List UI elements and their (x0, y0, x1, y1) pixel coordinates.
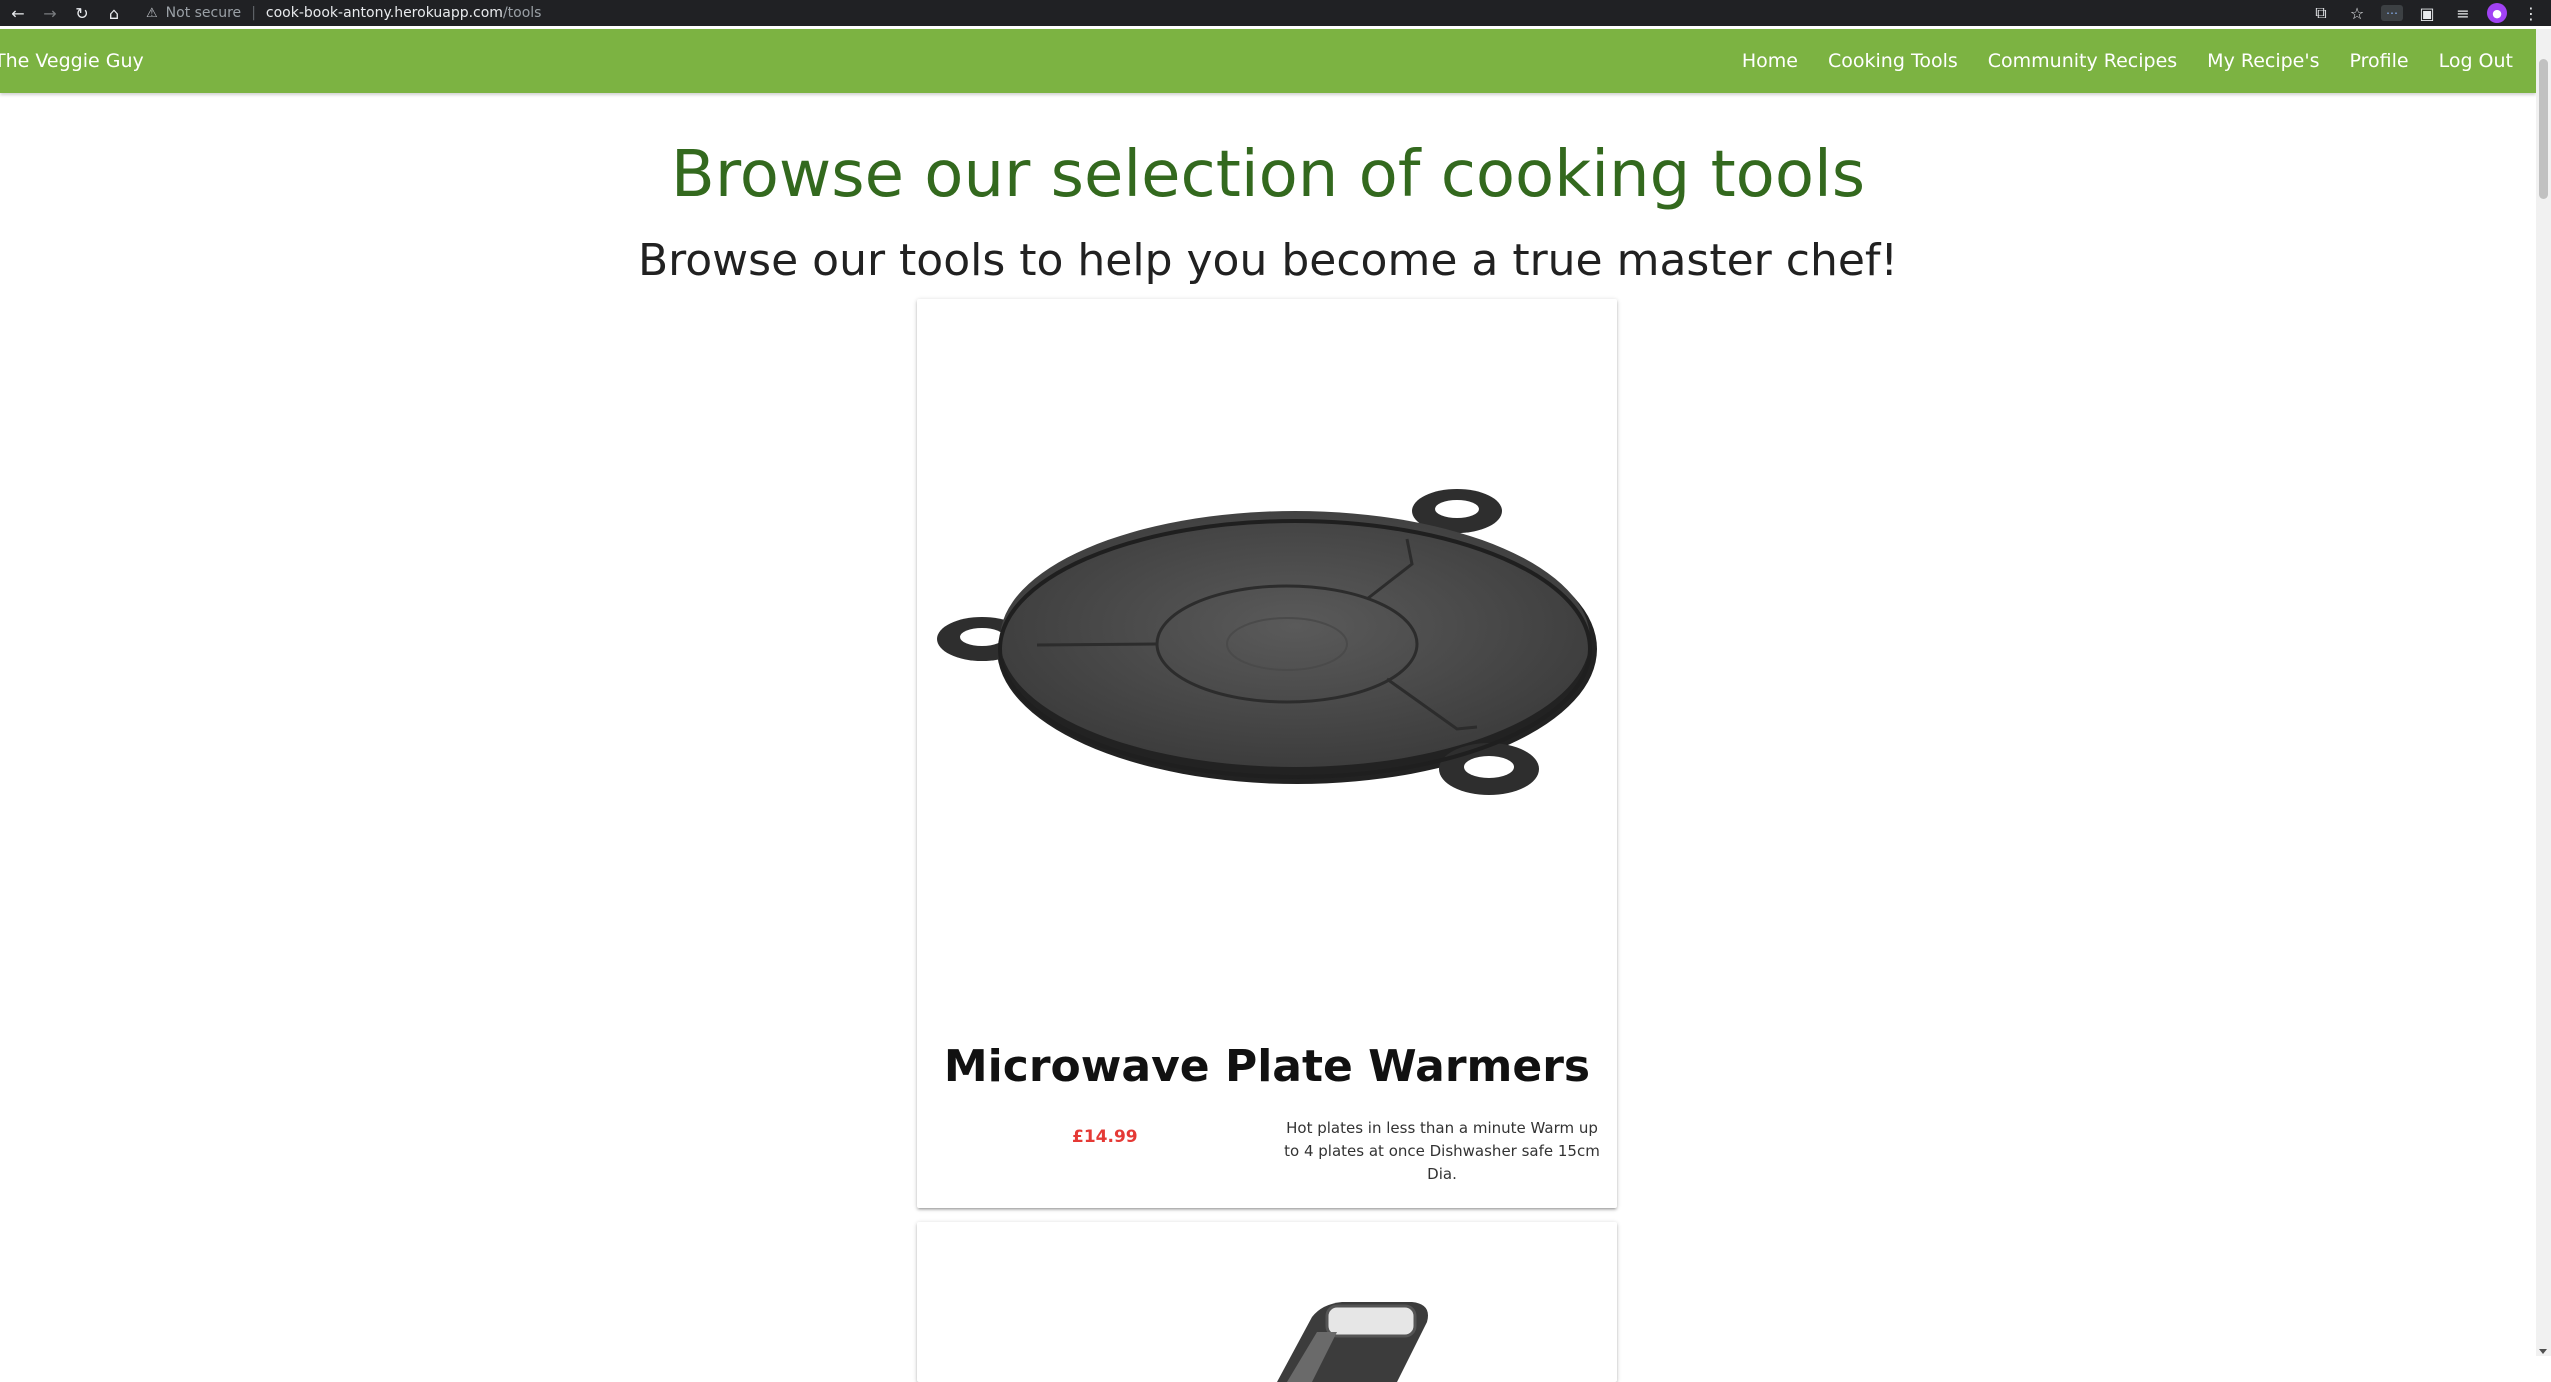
browser-actions: ⧉ ☆ ⋯ ▣ ≡ ● ⋮ (2309, 1, 2543, 25)
scroll-down-icon[interactable] (2539, 1349, 2547, 1354)
brand-logo[interactable]: The Veggie Guy (0, 29, 144, 93)
puzzle-icon[interactable]: ▣ (2415, 1, 2439, 25)
tool-card (917, 1222, 1617, 1382)
nav-link-log-out[interactable]: Log Out (2424, 29, 2528, 93)
plate-warmer-image (937, 489, 1597, 795)
tool-price: £14.99 (1072, 1127, 1138, 1147)
nav-link-my-recipes[interactable]: My Recipe's (2192, 29, 2334, 93)
home-icon[interactable]: ⌂ (102, 1, 126, 25)
extension-icon[interactable]: ⋯ (2381, 5, 2403, 21)
forward-icon[interactable]: → (38, 1, 62, 25)
site-navbar: The Veggie Guy Home Cooking Tools Commun… (0, 29, 2536, 93)
warning-icon: ⚠ (146, 5, 158, 21)
nav-link-home[interactable]: Home (1727, 29, 1813, 93)
tool-name: Microwave Plate Warmers (943, 1041, 1591, 1092)
profile-avatar-icon[interactable]: ● (2487, 3, 2507, 23)
address-bar[interactable]: ⚠ Not secure | cook-book-antony.herokuap… (146, 2, 541, 24)
page-title: Browse our selection of cooking tools (670, 138, 1866, 212)
url-path: /tools (502, 5, 542, 21)
scrollbar-thumb[interactable] (2539, 59, 2548, 199)
kitchen-utensil-image (1277, 1302, 1428, 1382)
reload-icon[interactable]: ↻ (70, 1, 94, 25)
browser-nav-buttons: ← → ↻ ⌂ (6, 1, 126, 25)
page-subtitle: Browse our tools to help you become a tr… (637, 235, 1899, 286)
share-icon[interactable]: ⧉ (2309, 1, 2333, 25)
security-label: Not secure (165, 5, 242, 21)
tool-card: Microwave Plate Warmers £14.99 Hot plate… (917, 299, 1617, 1208)
bookmark-star-icon[interactable]: ☆ (2345, 1, 2369, 25)
nav-links: Home Cooking Tools Community Recipes My … (1727, 29, 2528, 93)
page-scrollbar[interactable] (2536, 29, 2551, 1356)
address-separator: | (251, 5, 256, 21)
nav-link-cooking-tools[interactable]: Cooking Tools (1813, 29, 1973, 93)
browser-toolbar: ← → ↻ ⌂ ⚠ Not secure | cook-book-antony.… (0, 0, 2551, 26)
menu-kebab-icon[interactable]: ⋮ (2519, 1, 2543, 25)
url-host: cook-book-antony.herokuapp.com (265, 5, 503, 21)
nav-link-community-recipes[interactable]: Community Recipes (1973, 29, 2192, 93)
reading-list-icon[interactable]: ≡ (2451, 1, 2475, 25)
nav-link-profile[interactable]: Profile (2334, 29, 2423, 93)
back-icon[interactable]: ← (6, 1, 30, 25)
tool-description: Hot plates in less than a minute Warm up… (1284, 1119, 1600, 1183)
